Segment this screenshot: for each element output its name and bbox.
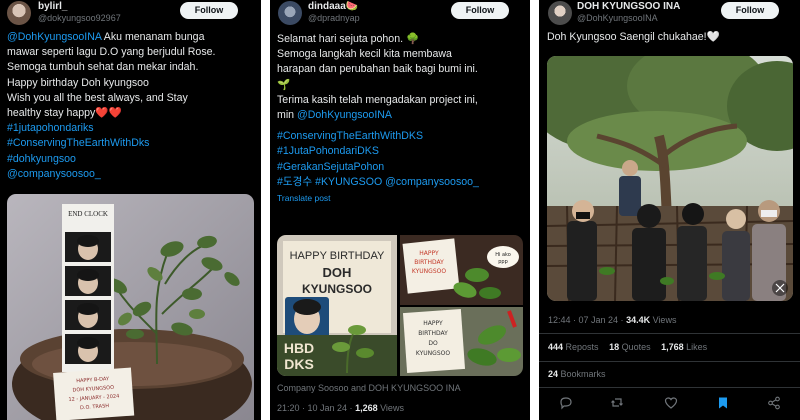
reposts-stat[interactable]: 444 Reposts [548,342,599,352]
views-count: 34.4K [626,315,651,325]
frame-title: END CLOCK [68,210,108,218]
hbd-text: HBD [284,340,314,356]
follow-button[interactable]: Follow [451,2,509,19]
user-handle[interactable]: @dpradnyap [308,13,360,23]
display-name[interactable]: dindaaa🍉 [308,1,358,12]
like-icon[interactable] [664,396,678,410]
follow-button[interactable]: Follow [721,2,779,19]
text-line: Wish you all the best always, and Stay [7,91,188,104]
photo-caption: Company Soosoo and DOH KYUNGSOO INA [277,383,461,393]
post-header: bylirl_ @dokyungsoo92967 Follow [0,0,261,30]
hashtag-link[interactable]: #dohkyungsoo [7,152,255,167]
card-text: HAPPY [423,320,443,327]
card-text: BIRTHDAY [418,330,448,337]
card-text: HAPPY BIRTHDAY [290,250,385,262]
post-panel-2: dindaaa🍉 @dpradnyap Follow Selamat hari … [270,0,530,420]
hashtag-link[interactable]: #1jutapohondariks [7,121,255,136]
bookmarks-stat[interactable]: 24 Bookmarks [548,369,606,379]
post-video[interactable] [547,56,793,301]
text-line: Doh Kyungsoo Saengil chukahae!🤍 [547,31,720,43]
bookmarks-label: Bookmarks [558,369,606,379]
user-handle[interactable]: @DohKyungsooINA [577,13,658,23]
card-text: BIRTHDAY [414,259,444,266]
mention-link[interactable]: @companysoosoo_ [7,167,255,182]
text-line: Happy birthday Doh kyungsoo [7,76,149,89]
tree-planting-photo [547,56,793,301]
card-text: DO [428,340,438,347]
post-timestamp: 12:44 · 07 Jan 24 · 34.4K Views [548,315,676,325]
display-name[interactable]: bylirl_ [38,1,67,12]
card-text: KYUNGSOO [302,282,372,296]
divider [539,361,800,362]
post-panel-1: bylirl_ @dokyungsoo92967 Follow @DohKyun… [0,0,261,420]
text-line: Selamat hari sejuta pohon. 🌳 [277,33,420,45]
translate-link[interactable]: Translate post [277,191,524,206]
quotes-count: 18 [609,342,620,352]
hashtag-link[interactable]: #도경수 #KYUNGSOO @companysoosoo_ [277,175,524,190]
name-emoji: 🍉 [345,1,359,12]
follow-button[interactable]: Follow [180,2,238,19]
avatar[interactable] [278,1,302,25]
post-text: Doh Kyungsoo Saengil chukahae!🤍 [547,30,794,45]
text-line: min [277,109,298,122]
display-name-text: dindaaa [308,1,346,12]
hbd-text: DKS [284,356,314,372]
quotes-label: Quotes [619,342,651,352]
views-label: Views [650,315,677,325]
plant-photo: END CLOCK HAPPY B-DAY DOH KYUNGSOO 12 - … [7,194,254,420]
repost-icon[interactable] [610,396,624,410]
post-text: Selamat hari sejuta pohon. 🌳 Semoga lang… [277,32,524,206]
text-line: Semoga langkah kecil kita membawa [277,48,452,61]
post-photo-grid[interactable]: HAPPY BIRTHDAY DOH KYUNGSOO HBD DKS HAPP… [277,235,523,376]
heart-emoji: ❤️❤️ [95,107,122,120]
avatar[interactable] [7,1,31,25]
share-icon[interactable] [767,396,781,410]
post-header: dindaaa🍉 @dpradnyap Follow [270,0,530,30]
bubble-text: ppp [498,259,508,265]
text-line: harapan dan perubahan baik bagi bumi ini… [277,63,478,76]
mention-link[interactable]: @DohKyungsooINA [297,109,392,121]
sprout-emoji: 🌱 [277,78,291,91]
birthday-cards-photo: HAPPY BIRTHDAY DOH KYUNGSOO HBD DKS HAPP… [277,235,523,376]
post-photo[interactable]: END CLOCK HAPPY B-DAY DOH KYUNGSOO 12 - … [7,194,254,420]
reposts-label: Reposts [563,342,599,352]
mention-link[interactable]: @DohKyungsooINA [7,31,101,43]
bookmark-icon[interactable] [716,396,730,410]
time-text[interactable]: 21:20 · 10 Jan 24 · [277,403,355,413]
divider [539,387,800,388]
bookmarks-count: 24 [548,369,559,379]
post-header: DOH KYUNGSOO INA @DohKyungsooINA Follow [539,0,800,30]
text-line: Semoga tumbuh sehat dan mekar indah. [7,61,199,74]
user-handle[interactable]: @dokyungsoo92967 [38,13,121,23]
post-text: @DohKyungsooINA Aku menanam bunga mawar … [7,30,255,182]
card-text: DOH [323,265,352,280]
views-label: Views [377,403,404,413]
time-text[interactable]: 12:44 · 07 Jan 24 · [548,315,626,325]
display-name[interactable]: DOH KYUNGSOO INA [577,1,680,12]
bubble-text: Hi ako [495,252,511,258]
reposts-count: 444 [548,342,564,352]
text-line: Aku menanam bunga [101,31,205,43]
likes-stat[interactable]: 1,768 Likes [661,342,707,352]
hashtag-link[interactable]: #ConservingTheEarthWithDks [7,136,255,151]
hashtag-link[interactable]: #GerakanSejutaPohon [277,160,524,175]
card-text: HAPPY [419,250,439,257]
text-line: Terima kasih telah mengadakan project in… [277,93,478,106]
card-text: KYUNGSOO [416,350,450,357]
post-panel-3: DOH KYUNGSOO INA @DohKyungsooINA Follow … [539,0,800,420]
divider [539,333,800,334]
engagement-stats: 444 Reposts 18 Quotes 1,768 Likes [548,342,707,352]
views-count: 1,268 [355,403,378,413]
post-timestamp: 21:20 · 10 Jan 24 · 1,268 Views [277,403,404,413]
likes-label: Likes [683,342,708,352]
text-line: mawar seperti lagu D.O yang berjudul Ros… [7,46,216,59]
card-text: KYUNGSOO [412,268,446,275]
likes-count: 1,768 [661,342,684,352]
hashtag-link[interactable]: #1JutaPohondariDKS [277,144,524,159]
quotes-stat[interactable]: 18 Quotes [609,342,651,352]
reply-icon[interactable] [559,396,573,410]
text-line: healthy stay happy [7,107,96,120]
avatar[interactable] [548,1,572,25]
hashtag-link[interactable]: #ConservingTheEarthWithDKS [277,129,524,144]
